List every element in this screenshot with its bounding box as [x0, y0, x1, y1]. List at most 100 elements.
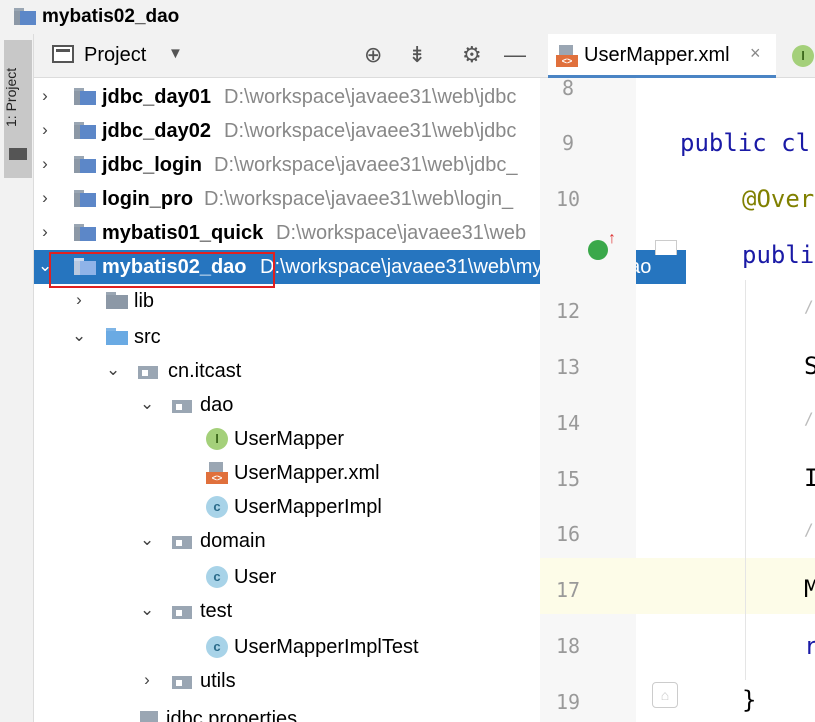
code-line: M [804, 575, 815, 603]
interface-icon: I [206, 428, 228, 450]
tree-label: User [234, 566, 277, 588]
tree-label: UserMapper.xml [234, 462, 380, 484]
chevron-right-icon[interactable]: › [38, 154, 52, 174]
line-number: 12 [555, 299, 581, 323]
module-folder-icon [14, 8, 36, 25]
project-name: jdbc_day02 [102, 120, 211, 142]
code-fragment: / [804, 297, 814, 316]
code-area[interactable] [636, 78, 815, 722]
chevron-down-icon[interactable]: ⌄ [72, 326, 86, 346]
line-number: 13 [555, 355, 581, 379]
tree-label: domain [200, 530, 266, 552]
collapse-icon[interactable]: ⇟ [408, 42, 426, 68]
chevron-down-icon[interactable]: ⌄ [140, 600, 154, 620]
tree-item-dao[interactable]: ⌄ dao [34, 388, 540, 422]
line-number: 19 [555, 690, 581, 714]
line-number: 10 [555, 187, 581, 211]
tree-item-lib[interactable]: › lib [34, 284, 540, 318]
window-title: mybatis02_dao [42, 6, 180, 27]
project-view-selector[interactable]: Project [84, 44, 146, 67]
folder-icon [9, 148, 27, 160]
chevron-right-icon[interactable]: › [38, 188, 52, 208]
tree-label: UserMapperImpl [234, 496, 382, 518]
code-fragment: / [804, 409, 814, 428]
code-line: publi [742, 241, 815, 269]
editor-gutter [540, 78, 636, 722]
gear-icon[interactable]: ⚙ [462, 42, 482, 68]
tree-item-project[interactable]: › jdbc_login D:\workspace\javaee31\web\j… [34, 148, 540, 182]
line-number: 14 [555, 411, 581, 435]
tree-item-project[interactable]: › jdbc_day01 D:\workspace\javaee31\web\j… [34, 80, 540, 114]
chevron-down-icon[interactable]: ⌄ [140, 530, 154, 550]
tree-label: src [134, 326, 161, 348]
highlight-box [49, 252, 275, 288]
tree-item-package[interactable]: ⌄ cn.itcast [34, 354, 540, 388]
tree-item-project[interactable]: › login_pro D:\workspace\javaee31\web\lo… [34, 182, 540, 216]
tree-item-src[interactable]: ⌄ src [34, 320, 540, 354]
xml-file-icon: <> [556, 45, 578, 67]
class-icon: c [206, 566, 228, 588]
tree-label: utils [200, 670, 236, 692]
project-name: login_pro [102, 188, 194, 210]
code-line: } [742, 686, 757, 714]
chevron-down-icon[interactable]: ▼ [168, 45, 183, 62]
tree-item-file[interactable]: I UserMapper [34, 422, 540, 456]
code-line: public cl [680, 129, 811, 157]
editor-tab-label: UserMapper.xml [584, 44, 730, 66]
project-panel-header: Project ▼ ⊕ ⇟ ⚙ — [34, 34, 540, 78]
minimize-icon[interactable]: — [504, 42, 526, 68]
tree-label: UserMapperImplTest [234, 636, 419, 658]
override-marker-icon[interactable] [588, 240, 608, 260]
interface-icon[interactable]: I [792, 45, 814, 67]
editor-tab[interactable]: <> UserMapper.xml × [548, 34, 776, 78]
project-path: D:\workspace\javaee31\web\jdbc [224, 120, 517, 142]
chevron-right-icon[interactable]: › [38, 86, 52, 106]
xml-file-icon: <> [206, 462, 228, 484]
project-tool-label[interactable]: 1: Project [3, 52, 33, 142]
tree-item-file[interactable]: jdbc.properties [34, 702, 540, 722]
fold-end-icon[interactable]: ⌂ [652, 682, 678, 708]
package-icon [172, 673, 192, 689]
tree-label: cn.itcast [168, 360, 242, 382]
tree-label: test [200, 600, 233, 622]
close-icon[interactable]: × [750, 43, 761, 64]
tree-item-test[interactable]: ⌄ test [34, 594, 540, 628]
indent-guide [745, 280, 746, 680]
fold-marker-icon[interactable] [655, 240, 677, 255]
line-number: 9 [561, 131, 575, 155]
tree-item-file[interactable]: c UserMapperImplTest [34, 630, 540, 664]
test-class-icon: c [206, 636, 228, 658]
module-folder-icon [74, 190, 96, 207]
tree-label: UserMapper [234, 428, 345, 450]
code-line: @Over [742, 185, 815, 213]
chevron-down-icon[interactable]: ⌄ [106, 360, 120, 380]
chevron-right-icon[interactable]: › [38, 222, 52, 242]
code-line: S [804, 352, 815, 380]
module-folder-icon [74, 224, 96, 241]
module-folder-icon [74, 122, 96, 139]
code-line: I [804, 464, 815, 492]
package-icon [172, 533, 192, 549]
chevron-right-icon[interactable]: › [38, 120, 52, 140]
chevron-right-icon[interactable]: › [72, 290, 86, 310]
package-icon [172, 397, 192, 413]
chevron-right-icon[interactable]: › [140, 670, 154, 690]
project-name: jdbc_login [102, 154, 202, 176]
package-icon [138, 363, 158, 379]
tree-item-utils[interactable]: › utils [34, 664, 540, 698]
tree-item-file[interactable]: c UserMapperImpl [34, 490, 540, 524]
project-name: mybatis01_quick [102, 222, 264, 244]
line-number: 8 [561, 76, 575, 100]
tree-item-project[interactable]: › jdbc_day02 D:\workspace\javaee31\web\j… [34, 114, 540, 148]
package-icon [172, 603, 192, 619]
chevron-down-icon[interactable]: ⌄ [140, 394, 154, 414]
tree-item-domain[interactable]: ⌄ domain [34, 524, 540, 558]
class-icon: c [206, 496, 228, 518]
tree-item-file[interactable]: <> UserMapper.xml [34, 456, 540, 490]
source-folder-icon [106, 328, 128, 345]
tree-item-project[interactable]: › mybatis01_quick D:\workspace\javaee31\… [34, 216, 540, 250]
target-icon[interactable]: ⊕ [364, 42, 382, 68]
project-name: jdbc_day01 [102, 86, 211, 108]
tree-item-file[interactable]: c User [34, 560, 540, 594]
window-titlebar: mybatis02_dao [0, 0, 815, 34]
